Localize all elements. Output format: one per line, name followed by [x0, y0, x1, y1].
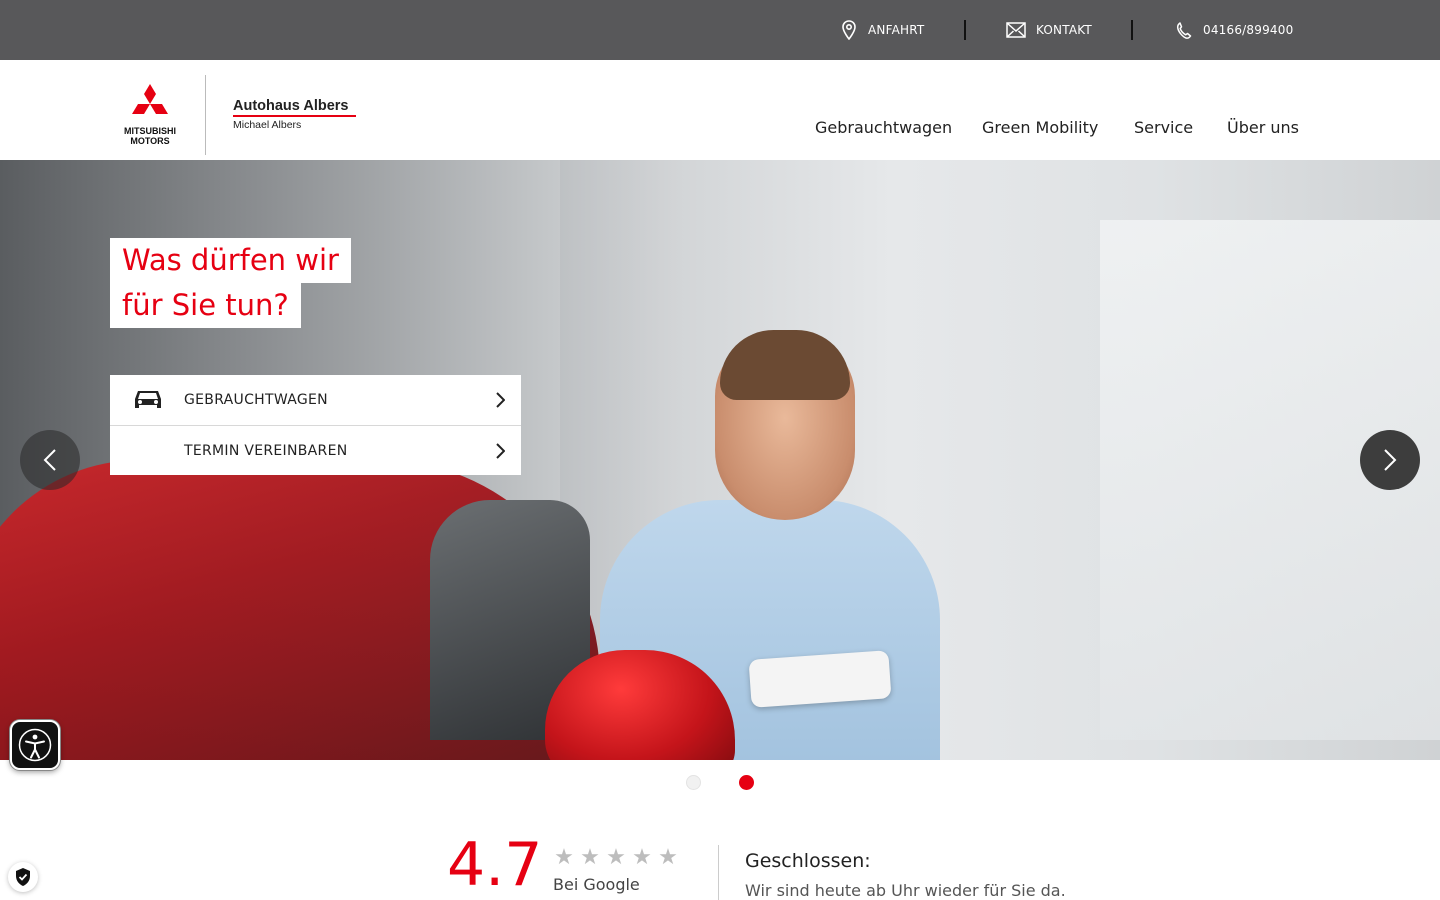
shield-check-icon — [16, 868, 30, 886]
phone-link[interactable]: 04166/899400 — [1175, 0, 1293, 60]
logo-divider — [205, 75, 206, 155]
hero-actions: GEBRAUCHTWAGEN TERMIN VEREINBAREN — [110, 375, 521, 475]
hero-image-person-hair — [720, 330, 850, 400]
hero-image-tablet — [748, 650, 892, 708]
brand-line1: MITSUBISHI — [123, 126, 176, 136]
top-bar: ANFAHRT KONTAKT 04166/899400 — [0, 0, 1440, 60]
mitsubishi-diamonds-icon — [132, 84, 168, 114]
contact-link[interactable]: KONTAKT — [1006, 0, 1092, 60]
slider-next-button[interactable] — [1360, 430, 1420, 490]
site-header: MITSUBISHI MOTORS Autohaus Albers Michae… — [0, 60, 1440, 160]
top-separator — [1131, 20, 1133, 40]
star-icon: ★ — [606, 845, 626, 870]
section-divider — [718, 845, 719, 900]
rating-value: 4.7 — [447, 830, 543, 900]
chevron-left-icon — [43, 449, 56, 471]
star-icon: ★ — [658, 845, 678, 870]
top-separator — [964, 20, 966, 40]
hero-title-line2: für Sie tun? — [110, 283, 301, 328]
chevron-right-icon — [496, 443, 505, 459]
hero-title-line1: Was dürfen wir — [110, 238, 351, 283]
opening-status: Geschlossen: — [745, 850, 871, 872]
hero-title: Was dürfen wir für Sie tun? — [110, 238, 351, 328]
slider-dot-1[interactable] — [686, 775, 701, 790]
dealer-underline — [233, 115, 356, 117]
nav-item-gebrauchtwagen[interactable]: Gebrauchtwagen — [815, 118, 952, 137]
used-cars-action[interactable]: GEBRAUCHTWAGEN — [110, 375, 521, 425]
chevron-right-icon — [1384, 449, 1397, 471]
dealer-logo[interactable]: Autohaus Albers Michael Albers — [233, 98, 356, 131]
star-icon: ★ — [632, 845, 652, 870]
brand-text: MITSUBISHI MOTORS — [118, 126, 182, 146]
star-icon: ★ — [580, 845, 600, 870]
rating-source: Bei Google — [553, 875, 640, 894]
opening-hours-text: Wir sind heute ab Uhr wieder für Sie da. — [745, 881, 1066, 900]
chevron-right-icon — [496, 392, 505, 408]
mail-icon — [1006, 22, 1026, 38]
nav-item-service[interactable]: Service — [1134, 118, 1193, 137]
hero-slider: Was dürfen wir für Sie tun? GEBRAUCHTWAG… — [0, 160, 1440, 760]
used-cars-label: GEBRAUCHTWAGEN — [184, 392, 328, 408]
phone-label: 04166/899400 — [1203, 23, 1294, 37]
contact-label: KONTAKT — [1036, 23, 1092, 37]
map-pin-icon — [842, 20, 856, 40]
privacy-shield-badge[interactable] — [8, 862, 38, 892]
accessibility-button[interactable] — [10, 720, 60, 770]
directions-label: ANFAHRT — [868, 23, 925, 37]
accessibility-icon — [18, 728, 52, 762]
brand-line2: MOTORS — [130, 136, 170, 146]
slider-prev-button[interactable] — [20, 430, 80, 490]
book-appointment-action[interactable]: TERMIN VEREINBAREN — [110, 425, 521, 475]
dealer-name: Autohaus Albers — [233, 98, 349, 114]
rating-stars: ★ ★ ★ ★ ★ — [551, 845, 681, 870]
directions-link[interactable]: ANFAHRT — [840, 0, 924, 60]
dealer-owner: Michael Albers — [233, 119, 302, 131]
star-icon: ★ — [554, 845, 574, 870]
car-icon — [135, 391, 161, 408]
nav-item-green-mobility[interactable]: Green Mobility — [982, 118, 1098, 137]
book-appointment-label: TERMIN VEREINBAREN — [184, 442, 348, 459]
phone-icon — [1176, 22, 1192, 39]
mitsubishi-logo[interactable]: MITSUBISHI MOTORS — [118, 84, 182, 148]
nav-item-ueber-uns[interactable]: Über uns — [1227, 118, 1299, 137]
slider-dot-2-active[interactable] — [739, 775, 754, 790]
